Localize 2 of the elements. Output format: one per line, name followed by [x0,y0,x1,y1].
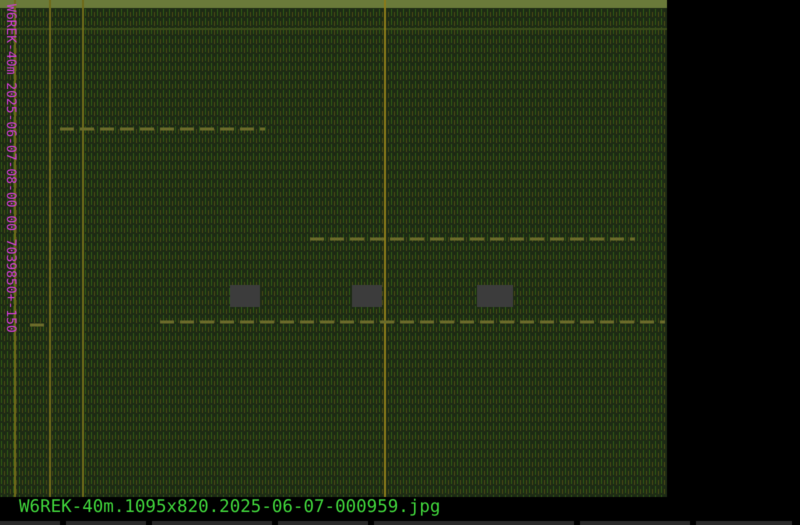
file-name-caption: W6REK-40m.1095x820.2025-06-07-000959.jpg [18,497,442,517]
waterfall-label: W6REK-40m 2025-06-07-08-00-00 7039850+-150 [3,4,17,333]
